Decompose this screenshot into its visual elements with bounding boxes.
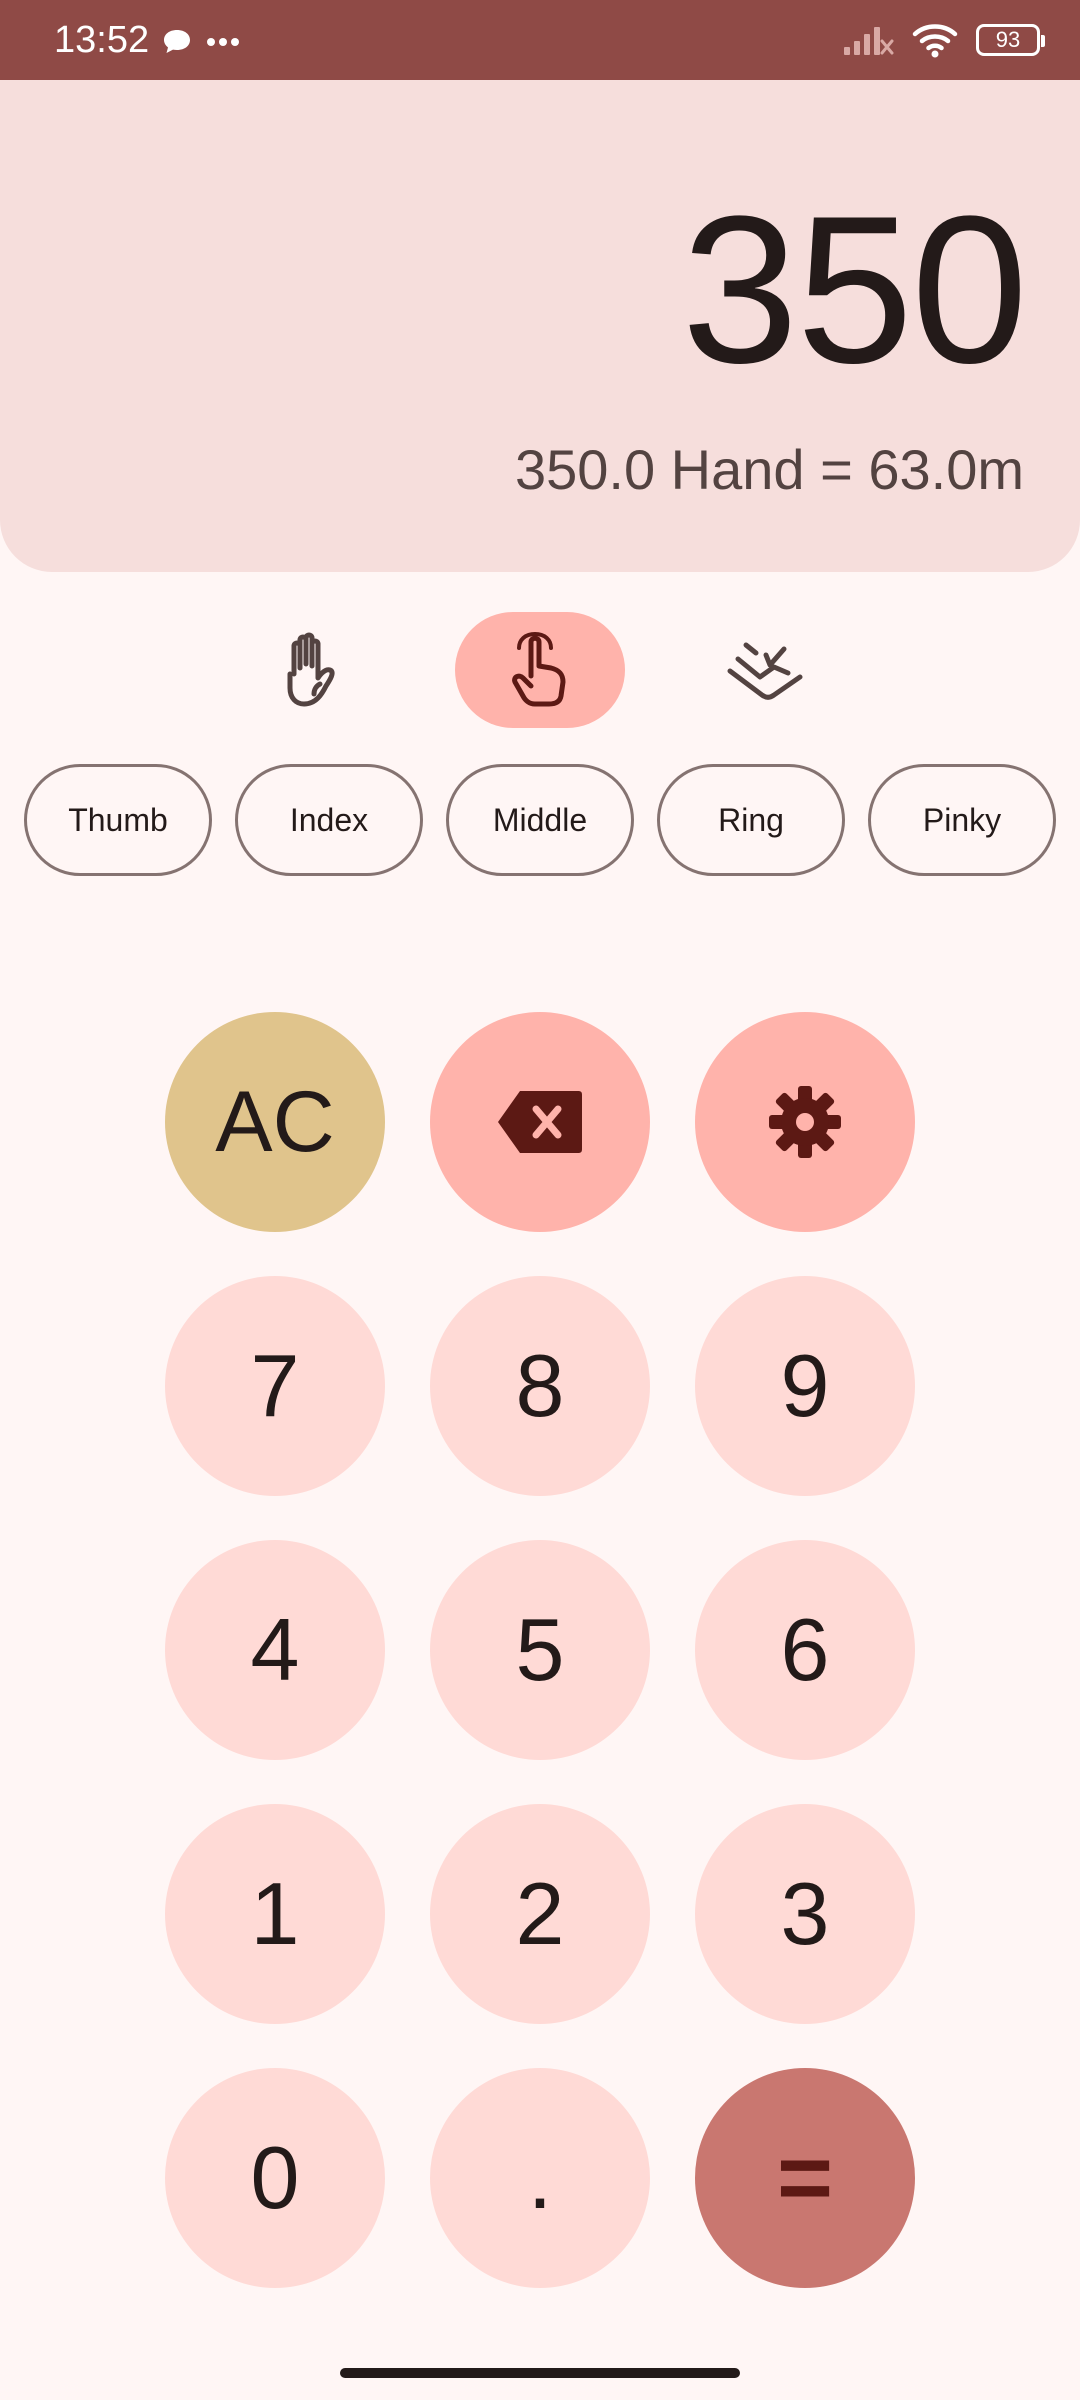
hand-icon bbox=[287, 632, 335, 707]
home-indicator[interactable] bbox=[340, 2368, 740, 2378]
decimal-button[interactable]: . bbox=[430, 2068, 650, 2288]
mode-selector bbox=[0, 612, 1080, 728]
battery-level: 93 bbox=[995, 27, 1021, 52]
digit-6-button[interactable]: 6 bbox=[695, 1540, 915, 1760]
settings-button[interactable] bbox=[695, 1012, 915, 1232]
chip-pinky[interactable]: Pinky bbox=[868, 764, 1056, 876]
chat-bubble-icon bbox=[164, 30, 190, 53]
chip-index[interactable]: Index bbox=[235, 764, 423, 876]
status-left-icons bbox=[162, 28, 240, 56]
backspace-icon bbox=[498, 1091, 582, 1153]
display-panel: 350 350.0 Hand = 63.0m bbox=[0, 80, 1080, 572]
footprint-icon bbox=[727, 642, 803, 700]
digit-0-button[interactable]: 0 bbox=[165, 2068, 385, 2288]
wifi-icon bbox=[912, 24, 958, 58]
equals-button[interactable]: = bbox=[695, 2068, 915, 2288]
clear-label: AC bbox=[215, 1073, 335, 1170]
digit-1-button[interactable]: 1 bbox=[165, 1804, 385, 2024]
digit-4-button[interactable]: 4 bbox=[165, 1540, 385, 1760]
digit-5-button[interactable]: 5 bbox=[430, 1540, 650, 1760]
digit-2-button[interactable]: 2 bbox=[430, 1804, 650, 2024]
chip-ring[interactable]: Ring bbox=[657, 764, 845, 876]
finger-chip-row: Thumb Index Middle Ring Pinky bbox=[24, 764, 1056, 876]
status-bar: 13:52 93 bbox=[0, 0, 1080, 80]
conversion-result: 350.0 Hand = 63.0m bbox=[514, 438, 1024, 501]
battery-icon: 93 bbox=[976, 24, 1045, 56]
digit-8-button[interactable]: 8 bbox=[430, 1276, 650, 1496]
digit-3-button[interactable]: 3 bbox=[695, 1804, 915, 2024]
chip-thumb[interactable]: Thumb bbox=[24, 764, 212, 876]
main-value: 350 bbox=[681, 172, 1028, 407]
mode-finger-button[interactable] bbox=[455, 612, 625, 728]
clear-button[interactable]: AC bbox=[165, 1012, 385, 1232]
more-dots-icon bbox=[207, 38, 239, 46]
backspace-button[interactable] bbox=[430, 1012, 650, 1232]
gear-icon bbox=[769, 1086, 841, 1158]
signal-icon bbox=[844, 27, 894, 55]
status-time: 13:52 bbox=[54, 19, 150, 61]
pointer-finger-icon bbox=[512, 632, 566, 707]
digit-9-button[interactable]: 9 bbox=[695, 1276, 915, 1496]
mode-hand-button[interactable] bbox=[230, 612, 400, 728]
mode-foot-button[interactable] bbox=[680, 612, 850, 728]
status-right-icons: 93 bbox=[842, 22, 1045, 58]
chip-middle[interactable]: Middle bbox=[446, 764, 634, 876]
digit-7-button[interactable]: 7 bbox=[165, 1276, 385, 1496]
